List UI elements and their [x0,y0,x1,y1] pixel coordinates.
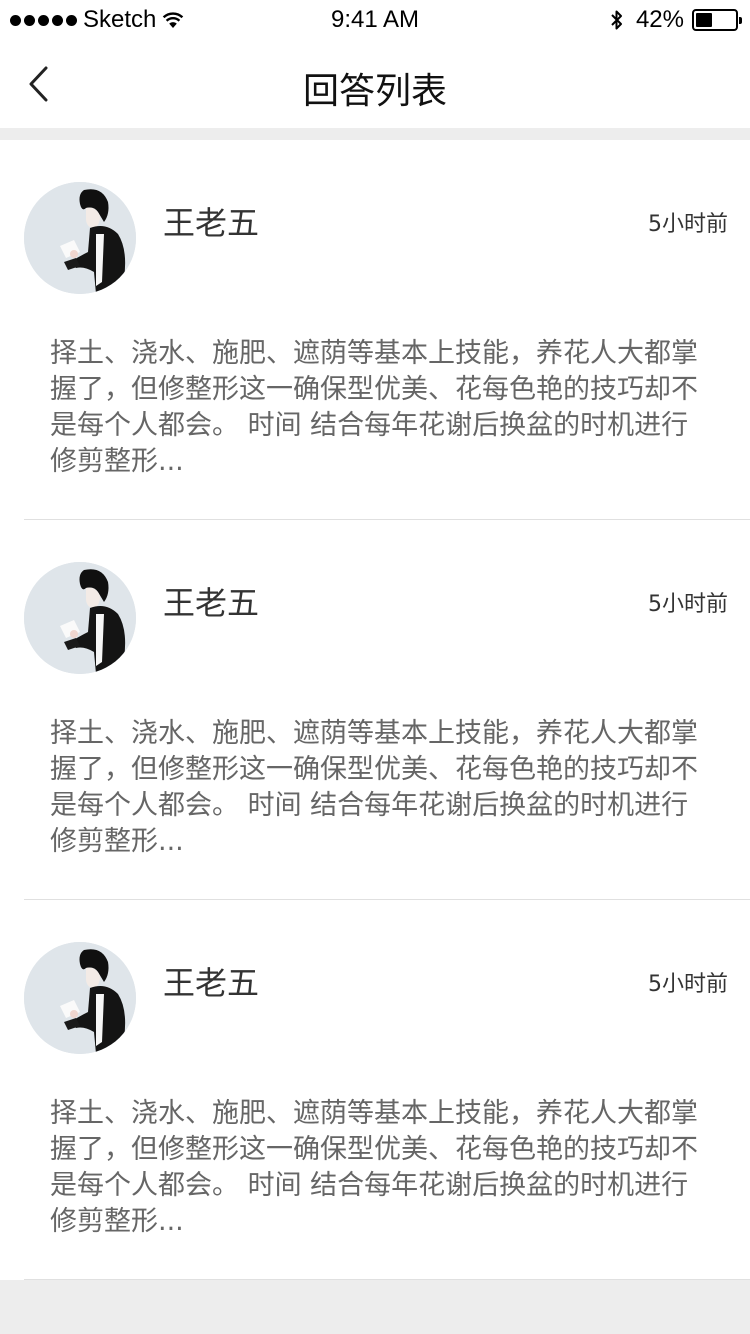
answer-time: 5小时前 [648,592,728,617]
avatar-illustration [24,562,136,674]
battery-percent: 42% [635,6,684,33]
avatar-illustration [24,942,136,1054]
answer-list: 王老五 5小时前 择土、浇水、施肥、遮荫等基本上技能，养花人大都掌握了，但修整形… [0,140,750,1280]
answer-text[interactable]: 择土、浇水、施肥、遮荫等基本上技能，养花人大都掌握了，但修整形这一确保型优美、花… [50,336,710,480]
page-title: 回答列表 [302,71,447,112]
author-name[interactable]: 王老五 [163,958,259,1004]
battery-icon [692,9,742,31]
avatar[interactable] [24,942,136,1054]
answer-text[interactable]: 择土、浇水、施肥、遮荫等基本上技能，养花人大都掌握了，但修整形这一确保型优美、花… [50,1096,710,1240]
answer-time: 5小时前 [648,212,728,237]
bottom-background [0,1280,750,1334]
answer-text[interactable]: 择土、浇水、施肥、遮荫等基本上技能，养花人大都掌握了，但修整形这一确保型优美、花… [50,716,710,860]
avatar[interactable] [24,562,136,674]
status-right: 42% [610,6,742,34]
avatar[interactable] [24,182,136,294]
bluetooth-icon [611,10,622,30]
answer-time: 5小时前 [648,972,728,997]
avatar-illustration [24,182,136,294]
navigation-bar: 回答列表 [0,40,750,128]
answer-item[interactable]: 王老五 5小时前 择土、浇水、施肥、遮荫等基本上技能，养花人大都掌握了，但修整形… [24,140,750,520]
battery-fill [696,13,712,27]
answer-item[interactable]: 王老五 5小时前 择土、浇水、施肥、遮荫等基本上技能，养花人大都掌握了，但修整形… [24,520,750,900]
status-bar: Sketch 9:41 AM 42% [0,0,750,40]
answer-item[interactable]: 王老五 5小时前 择土、浇水、施肥、遮荫等基本上技能，养花人大都掌握了，但修整形… [24,900,750,1280]
author-name[interactable]: 王老五 [163,578,259,624]
author-name[interactable]: 王老五 [163,198,259,244]
